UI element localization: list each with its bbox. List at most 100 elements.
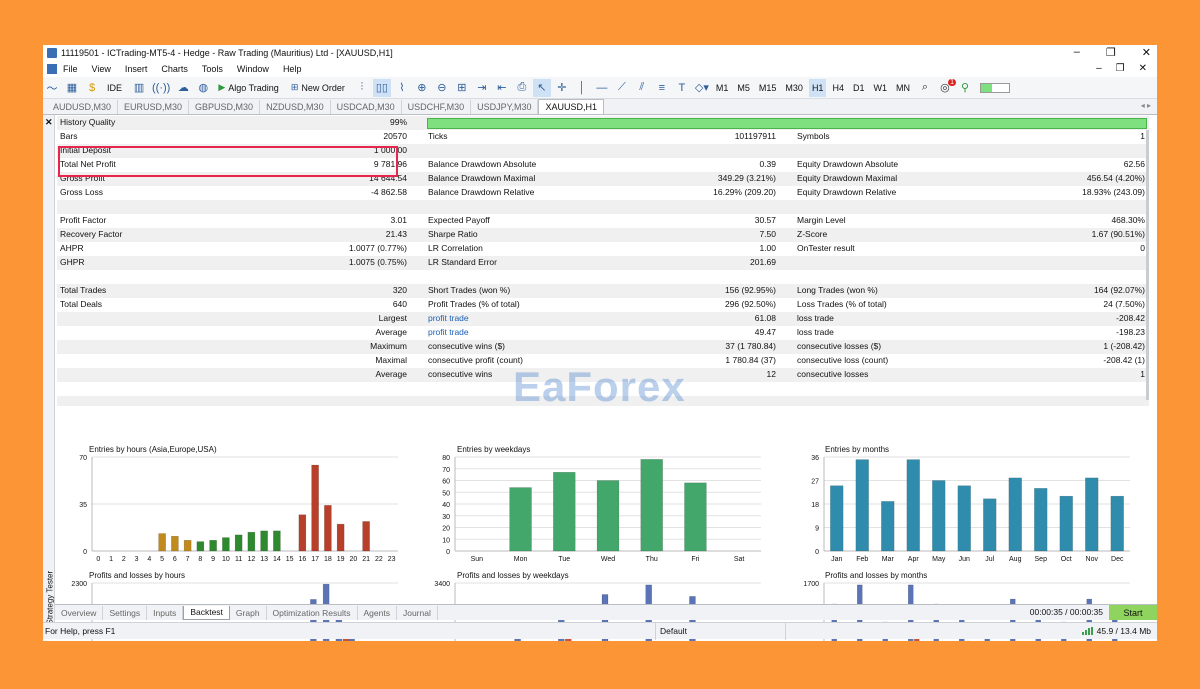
tab-agents[interactable]: Agents [358, 605, 397, 620]
profile-name[interactable]: Default [655, 623, 775, 640]
maximize-button[interactable]: ❐ [1106, 46, 1116, 59]
market-icon[interactable]: $ [83, 79, 101, 97]
mdi-minimize-button[interactable]: – [1096, 63, 1102, 74]
algo-trading-button[interactable]: ▶ Algo Trading [214, 79, 282, 97]
chart-bar [1059, 495, 1073, 552]
close-button[interactable]: ✕ [1142, 46, 1151, 59]
timeframe-m5[interactable]: M5 [734, 79, 753, 97]
lr-std-error-label: LR Standard Error [428, 257, 497, 267]
timeframe-w1[interactable]: W1 [870, 79, 890, 97]
equity-dd-abs-value: 62.56 [1123, 159, 1145, 169]
timeframe-h1[interactable]: H1 [808, 78, 827, 97]
menu-charts[interactable]: Charts [161, 64, 188, 74]
x-tick-label: Jun [959, 556, 970, 563]
timeframe-m30[interactable]: M30 [782, 79, 806, 97]
ide-button[interactable]: IDE [103, 79, 126, 97]
timeframe-m1[interactable]: M1 [713, 79, 732, 97]
chart-tab-usdchf[interactable]: USDCHF,M30 [402, 100, 472, 114]
ontester-result-value: 0 [1140, 243, 1145, 253]
tile-windows-icon[interactable]: ⊞ [453, 79, 471, 97]
tab-graph[interactable]: Graph [230, 605, 267, 620]
tab-scroll-arrows[interactable]: ◂ ▸ [1141, 101, 1151, 110]
menu-help[interactable]: Help [283, 64, 302, 74]
minimize-button[interactable]: – [1074, 46, 1080, 59]
chart-bar [830, 485, 844, 552]
autoscroll-icon[interactable]: ⇥ [473, 79, 491, 97]
x-tick-label: 22 [375, 556, 383, 563]
community-icon[interactable]: ◍ [194, 79, 212, 97]
timeframe-m15[interactable]: M15 [756, 79, 780, 97]
vps-icon[interactable]: ☁ [174, 79, 192, 97]
chart-tab-eurusd[interactable]: EURUSD,M30 [118, 100, 190, 114]
menu-window[interactable]: Window [237, 64, 269, 74]
menu-insert[interactable]: Insert [125, 64, 148, 74]
menu-file[interactable]: File [63, 64, 78, 74]
data-window-icon[interactable]: ▥ [130, 79, 148, 97]
horizontal-line-icon[interactable]: — [593, 79, 611, 97]
start-button[interactable]: Start [1109, 605, 1157, 620]
profiles-icon[interactable]: ▦ [63, 79, 81, 97]
x-tick-label: Tue [558, 556, 570, 563]
report-row: GHPR 1.0075 (0.75%) LR Standard Error 20… [57, 256, 1149, 270]
tab-journal[interactable]: Journal [397, 605, 438, 620]
chart-tab-nzdusd[interactable]: NZDUSD,M30 [260, 100, 331, 114]
tab-backtest[interactable]: Backtest [183, 605, 230, 620]
y-tick-label: 80 [442, 455, 450, 462]
timeframe-d1[interactable]: D1 [850, 79, 868, 97]
menu-tools[interactable]: Tools [202, 64, 223, 74]
mdi-close-button[interactable]: ✕ [1139, 63, 1147, 74]
chart-tab-usdcad[interactable]: USDCAD,M30 [331, 100, 402, 114]
chart-tab-audusd[interactable]: AUDUSD,M30 [47, 100, 119, 114]
short-trades-value: 156 (92.95%) [724, 285, 776, 295]
report-scrollbar[interactable] [1146, 130, 1149, 400]
signals-icon[interactable]: ((·)) [150, 79, 172, 97]
y-tick-label: 40 [442, 502, 450, 509]
title-bar: 11119501 - ICTrading-MT5-4 - Hedge - Raw… [43, 45, 1157, 61]
close-tester-icon[interactable]: ✕ [45, 117, 53, 128]
report-row: Average profit trade 49.47 loss trade -1… [57, 326, 1149, 340]
x-tick-label: Jul [985, 556, 994, 563]
chart-title: Entries by weekdays [457, 445, 530, 454]
notifications-icon[interactable]: ◎ 1 [936, 78, 956, 97]
timeframe-h4[interactable]: H4 [829, 79, 847, 97]
search-icon[interactable]: ⌕ [916, 79, 934, 97]
chart-tab-xauusd[interactable]: XAUUSD,H1 [538, 99, 604, 114]
chart-bar [640, 459, 663, 552]
bar-chart-icon[interactable]: ⫶ [353, 79, 371, 97]
new-chart-icon[interactable]: 〜 [43, 79, 61, 97]
tab-inputs[interactable]: Inputs [147, 605, 184, 620]
tab-optimization-results[interactable]: Optimization Results [267, 605, 358, 620]
timeframe-mn[interactable]: MN [893, 79, 913, 97]
tab-settings[interactable]: Settings [103, 605, 148, 620]
candles-icon[interactable]: ▯▯ [372, 78, 391, 97]
chart-tab-usdjpy[interactable]: USDJPY,M30 [471, 100, 539, 114]
screenshot-icon[interactable]: ⎙ [513, 79, 531, 97]
chart-shift-icon[interactable]: ⇤ [493, 79, 511, 97]
status-divider [785, 623, 786, 640]
channel-icon[interactable]: ⫽ [633, 79, 651, 97]
zoom-out-icon[interactable]: ⊖ [433, 79, 451, 97]
profit-factor-label: Profit Factor [60, 215, 107, 225]
cursor-icon[interactable]: ↖ [532, 78, 551, 97]
ticks-label: Ticks [428, 131, 448, 141]
fibonacci-icon[interactable]: ≡ [653, 79, 671, 97]
shapes-icon[interactable]: ◇▾ [693, 79, 711, 97]
balance-dd-max-label: Balance Drawdown Maximal [428, 173, 536, 183]
crosshair-icon[interactable]: ✛ [553, 79, 571, 97]
x-tick-label: May [932, 556, 946, 563]
trendline-icon[interactable]: ⟋ [613, 79, 631, 97]
account-icon[interactable]: ⚲ [956, 79, 974, 97]
mdi-restore-button[interactable]: ❐ [1116, 63, 1125, 74]
y-tick-label: 10 [442, 537, 450, 544]
tab-overview[interactable]: Overview [55, 605, 104, 620]
long-trades-value: 164 (92.07%) [1093, 285, 1145, 295]
menu-view[interactable]: View [92, 64, 111, 74]
zoom-in-icon[interactable]: ⊕ [413, 79, 431, 97]
text-icon[interactable]: T [673, 79, 691, 97]
line-chart-icon[interactable]: ⌇ [393, 79, 411, 97]
new-order-button[interactable]: ⊞ New Order [287, 79, 349, 97]
equity-dd-max-value: 456.54 (4.20%) [1086, 173, 1145, 183]
vertical-line-icon[interactable]: │ [573, 79, 591, 97]
chart-tab-gbpusd[interactable]: GBPUSD,M30 [189, 100, 261, 114]
status-bar: For Help, press F1 Default 45.9 / 13.4 M… [43, 622, 1157, 640]
